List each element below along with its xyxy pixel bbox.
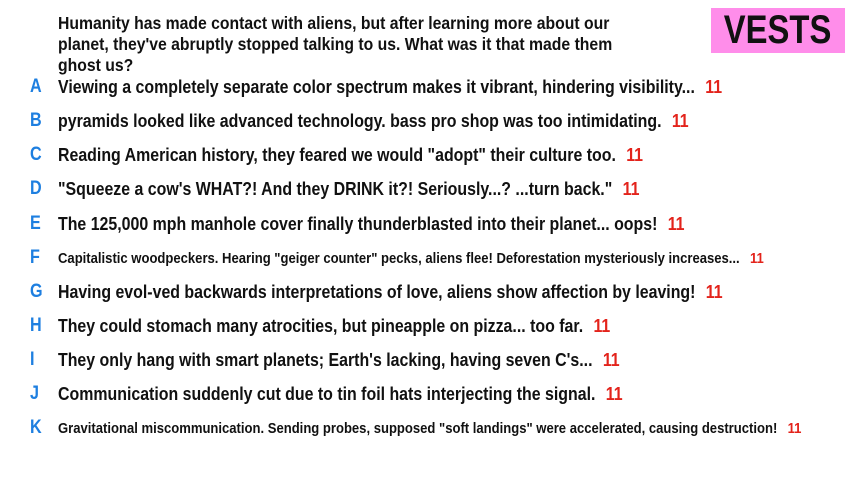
answer-row[interactable]: A Viewing a completely separate color spe… <box>0 70 853 104</box>
answer-letter: F <box>30 247 40 268</box>
answer-row[interactable]: J Communication suddenly cut due to tin f… <box>0 377 853 411</box>
answer-text: Communication suddenly cut due to tin fo… <box>58 383 596 404</box>
answer-score: 11 <box>705 281 723 302</box>
answer-score: 11 <box>622 178 640 199</box>
answer-score: 11 <box>787 419 802 437</box>
answer-text: They could stomach many atrocities, but … <box>58 315 584 336</box>
player-name: VESTS <box>724 8 832 52</box>
answer-score: 11 <box>749 249 764 267</box>
player-badge: VESTS <box>711 8 845 53</box>
answer-row[interactable]: C Reading American history, they feared w… <box>0 138 853 172</box>
answer-text: Reading American history, they feared we… <box>58 144 616 165</box>
answer-content: They only hang with smart planets; Earth… <box>58 349 620 371</box>
answer-text: The 125,000 mph manhole cover finally th… <box>58 213 658 234</box>
answer-score: 11 <box>593 315 611 336</box>
answer-score: 11 <box>705 76 723 97</box>
answer-content: pyramids looked like advanced technology… <box>58 110 689 132</box>
answer-text: "Squeeze a cow's WHAT?! And they DRINK i… <box>58 178 613 199</box>
answer-score: 11 <box>605 383 623 404</box>
answer-letter: K <box>30 417 42 438</box>
answer-content: The 125,000 mph manhole cover finally th… <box>58 213 685 235</box>
answer-row[interactable]: Bpyramids looked like advanced technolog… <box>0 104 853 138</box>
answer-content: Reading American history, they feared we… <box>58 144 643 166</box>
answer-letter: I <box>30 349 35 370</box>
answer-letter: G <box>30 281 43 302</box>
answer-score: 11 <box>667 213 685 234</box>
answer-score: 11 <box>671 110 689 131</box>
answer-content: Capitalistic woodpeckers. Hearing "geige… <box>58 250 764 267</box>
answer-score: 11 <box>602 349 620 370</box>
answer-content: "Squeeze a cow's WHAT?! And they DRINK i… <box>58 178 639 200</box>
answer-row[interactable]: E The 125,000 mph manhole cover finally t… <box>0 207 853 241</box>
answer-letter: J <box>30 383 39 404</box>
answer-text: They only hang with smart planets; Earth… <box>58 349 593 370</box>
answer-letter: D <box>30 178 42 199</box>
answer-content: Communication suddenly cut due to tin fo… <box>58 383 623 405</box>
answer-letter: H <box>30 315 42 336</box>
answer-letter: C <box>30 144 42 165</box>
answer-row[interactable]: I They only hang with smart planets; Eart… <box>0 343 853 377</box>
answer-content: They could stomach many atrocities, but … <box>58 315 610 337</box>
answer-text: pyramids looked like advanced technology… <box>58 110 662 131</box>
prompt-text: Humanity has made contact with aliens, b… <box>58 13 613 75</box>
answer-letter: A <box>30 76 42 97</box>
answer-content: Having evol-ved backwards interpretation… <box>58 281 723 303</box>
answer-content: Viewing a completely separate color spec… <box>58 76 722 98</box>
answer-row[interactable]: G Having evol-ved backwards interpretatio… <box>0 275 853 309</box>
answer-row[interactable]: D "Squeeze a cow's WHAT?! And they DRINK … <box>0 172 853 206</box>
answer-letter: E <box>30 213 41 234</box>
answer-text: Viewing a completely separate color spec… <box>58 76 695 97</box>
answer-row[interactable]: F Capitalistic woodpeckers. Hearing "geig… <box>0 241 853 275</box>
answer-row[interactable]: H They could stomach many atrocities, but… <box>0 309 853 343</box>
answer-text: Capitalistic woodpeckers. Hearing "geige… <box>58 249 740 267</box>
answer-letter: B <box>30 110 42 131</box>
answer-score: 11 <box>626 144 644 165</box>
answer-row[interactable]: K Gravitational miscommunication. Sending… <box>0 411 853 445</box>
answer-content: Gravitational miscommunication. Sending … <box>58 420 801 437</box>
answer-text: Gravitational miscommunication. Sending … <box>58 419 778 437</box>
answer-text: Having evol-ved backwards interpretation… <box>58 281 696 302</box>
